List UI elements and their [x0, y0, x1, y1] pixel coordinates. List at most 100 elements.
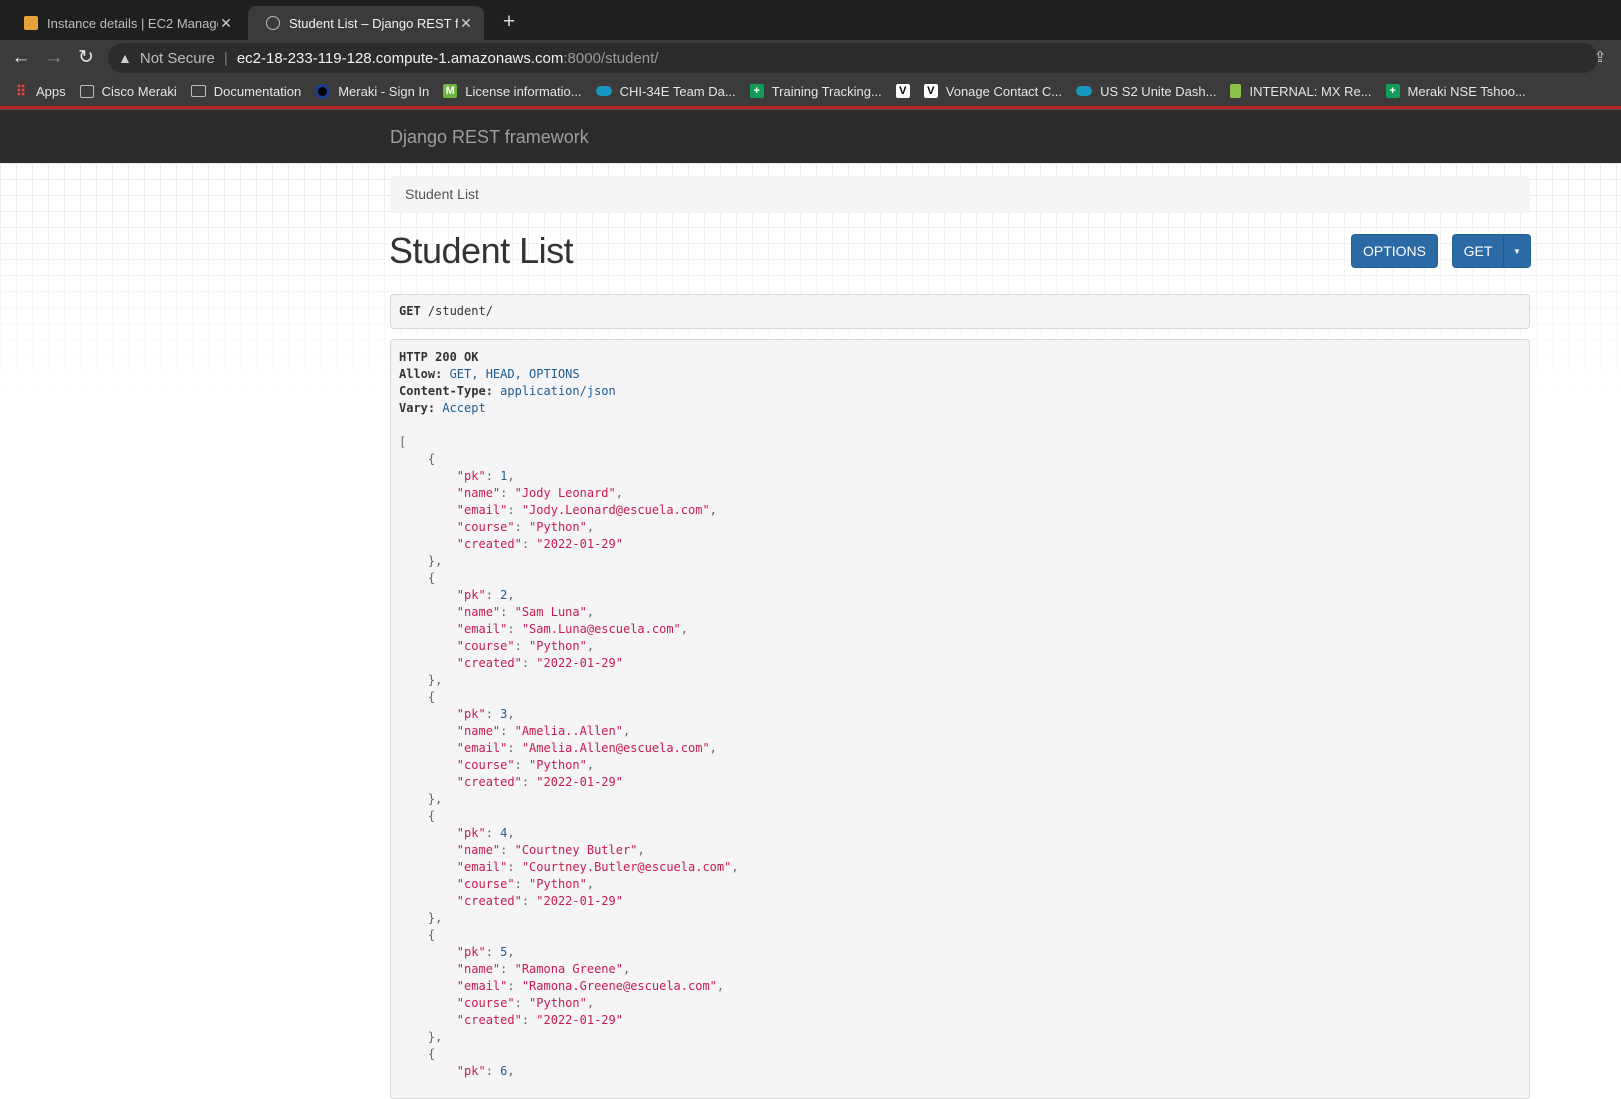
json-value: "Python": [529, 520, 587, 534]
bookmark-label: Meraki - Sign In: [338, 83, 430, 99]
response-header-value: application/json: [492, 384, 616, 398]
bookmark-label: INTERNAL: MX Re...: [1249, 83, 1372, 99]
v-logo-icon: V: [923, 84, 938, 98]
bookmark-meraki-sign-in[interactable]: Meraki - Sign In: [315, 83, 430, 99]
bookmark-license-information[interactable]: M License informatio...: [443, 84, 582, 99]
bookmark-vonage-contact[interactable]: V Vonage Contact C...: [923, 83, 1063, 99]
get-button-group: GET ▼: [1452, 234, 1531, 268]
bookmark-label: Cisco Meraki: [101, 83, 177, 99]
bookmark-internal-mx[interactable]: INTERNAL: MX Re...: [1230, 83, 1372, 99]
json-field-line: "pk": 3,: [399, 706, 1521, 723]
reload-icon[interactable]: ↻: [72, 44, 100, 72]
json-comma: ,: [709, 741, 717, 755]
json-value: "Courtney Butler": [514, 843, 638, 857]
new-tab-plus-icon[interactable]: +: [497, 8, 521, 36]
json-colon: :: [507, 741, 522, 755]
json-value: "Python": [529, 639, 587, 653]
json-key: "created": [456, 775, 522, 789]
json-value: "Ramona Greene": [514, 962, 623, 976]
breadcrumb: Student List: [390, 176, 1530, 213]
bookmark-meraki-nse[interactable]: + Meraki NSE Tshoo...: [1385, 83, 1526, 99]
json-value: "Amelia.Allen@escuela.com": [521, 741, 710, 755]
bookmark-label: Vonage Contact C...: [945, 83, 1063, 99]
bookmark-us-s2-unite[interactable]: US S2 Unite Dash...: [1076, 84, 1216, 99]
forward-arrow-icon[interactable]: →: [40, 44, 68, 72]
json-field-line: "name": "Amelia..Allen",: [399, 723, 1521, 740]
json-field-line: "email": "Ramona.Greene@escuela.com",: [399, 978, 1521, 995]
sheet-plus-icon: +: [749, 84, 764, 98]
json-comma: ,: [680, 622, 689, 636]
get-button[interactable]: GET: [1453, 243, 1503, 259]
json-comma: ,: [507, 707, 515, 721]
bookmark-training-tracking[interactable]: + Training Tracking...: [749, 84, 882, 99]
json-key: "email": [456, 979, 508, 993]
json-object-close: },: [399, 791, 1521, 808]
json-comma: ,: [507, 826, 515, 840]
response-header-value: GET, HEAD, OPTIONS: [442, 367, 580, 381]
json-field-line: "pk": 6,: [399, 1063, 1521, 1080]
json-colon: :: [514, 758, 530, 772]
json-key: "course": [456, 758, 515, 772]
url-path[interactable]: :8000/student/: [563, 50, 658, 67]
json-open-brace: {: [399, 571, 436, 585]
close-icon[interactable]: ✕: [218, 15, 234, 32]
bookmark-documentation[interactable]: Documentation: [190, 84, 301, 99]
json-value: "Jody Leonard": [514, 486, 616, 500]
security-label[interactable]: Not Secure: [140, 50, 215, 67]
json-comma: ,: [637, 843, 645, 857]
tab-title: Student List – Django REST framework: [289, 15, 458, 31]
response-header-value: Accept: [435, 401, 486, 415]
json-key: "name": [456, 605, 501, 619]
json-colon: :: [521, 656, 537, 670]
url-host[interactable]: ec2-18-233-119-128.compute-1.amazonaws.c…: [237, 50, 564, 67]
bookmark-apps[interactable]: ⠿ Apps: [14, 84, 66, 99]
share-icon[interactable]: ⇪: [1587, 44, 1613, 72]
back-arrow-icon[interactable]: ←: [7, 44, 35, 72]
building-icon: [79, 84, 94, 98]
json-colon: :: [485, 826, 501, 840]
json-field-line: "course": "Python",: [399, 638, 1521, 655]
json-comma: ,: [507, 588, 515, 602]
json-colon: :: [500, 486, 515, 500]
json-value: "Jody.Leonard@escuela.com": [521, 503, 710, 517]
json-comma: ,: [709, 503, 717, 517]
bookmark-label: Meraki NSE Tshoo...: [1407, 83, 1526, 99]
bookmark-v-logo[interactable]: V: [895, 84, 910, 98]
address-bar[interactable]: ▲ Not Secure | ec2-18-233-119-128.comput…: [108, 43, 1598, 73]
json-colon: :: [485, 1064, 501, 1078]
v-logo-icon: V: [895, 84, 910, 98]
json-key: "pk": [456, 588, 486, 602]
json-field-line: "name": "Jody Leonard",: [399, 485, 1521, 502]
json-key: "course": [456, 639, 515, 653]
close-icon[interactable]: ✕: [458, 15, 474, 32]
warning-triangle-icon[interactable]: ▲: [118, 50, 132, 66]
format-dropdown-caret-icon[interactable]: ▼: [1503, 235, 1530, 267]
request-method: GET: [399, 304, 421, 318]
tab-student-list[interactable]: Student List – Django REST framework ✕: [248, 6, 484, 40]
json-colon: :: [507, 622, 522, 636]
json-comma: ,: [507, 1064, 515, 1078]
tab-ec2-instance-details[interactable]: Instance details | EC2 Management Consol…: [6, 6, 244, 40]
navbar-brand-link[interactable]: Django REST framework: [390, 127, 589, 148]
json-colon: :: [485, 707, 501, 721]
json-value: "Sam Luna": [514, 605, 587, 619]
drf-navbar: Django REST framework: [0, 109, 1621, 164]
json-value: "2022-01-29": [536, 656, 623, 670]
bookmark-cisco-meraki[interactable]: Cisco Meraki: [79, 83, 177, 99]
json-object-open: {: [399, 570, 1521, 587]
json-colon: :: [514, 996, 530, 1010]
address-separator: |: [223, 49, 228, 67]
json-colon: :: [500, 605, 515, 619]
options-button[interactable]: OPTIONS: [1351, 234, 1438, 268]
json-field-line: "created": "2022-01-29": [399, 893, 1521, 910]
json-open-bracket: [: [399, 435, 407, 449]
bookmark-chi-34e-team[interactable]: CHI-34E Team Da...: [595, 84, 736, 99]
